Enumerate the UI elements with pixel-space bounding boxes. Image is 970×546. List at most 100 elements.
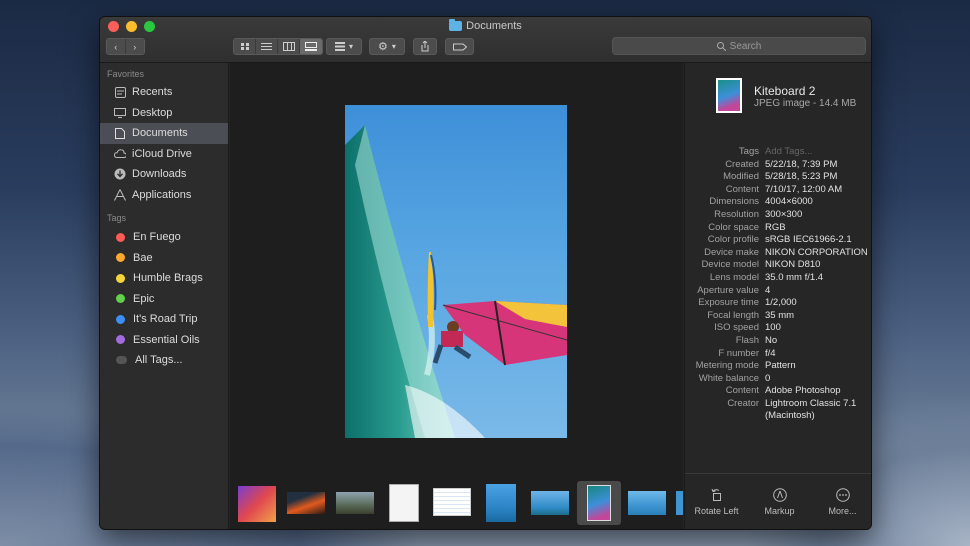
thumbnail-3[interactable] xyxy=(336,492,374,514)
metadata-key: Device make xyxy=(704,246,759,258)
sidebar-item-label: Epic xyxy=(133,292,155,305)
metadata-value: 100 xyxy=(765,322,781,334)
gallery-view-icon xyxy=(305,42,317,51)
thumbnail-8-selected[interactable] xyxy=(587,485,611,521)
more-icon xyxy=(835,488,850,502)
share-icon xyxy=(421,41,429,52)
search-field[interactable]: Search xyxy=(612,37,866,55)
thumbnail-4[interactable] xyxy=(389,484,419,522)
sidebar-all-tags[interactable]: All Tags... xyxy=(100,350,228,371)
folder-icon xyxy=(449,19,463,31)
chevron-left-icon: ‹ xyxy=(114,41,118,52)
metadata-key: Color profile xyxy=(707,234,759,246)
forward-button[interactable]: › xyxy=(125,39,144,54)
window-title-text: Documents xyxy=(466,20,522,32)
applications-icon xyxy=(114,189,126,201)
add-tags-field[interactable]: Add Tags... xyxy=(765,146,868,159)
action-menu-button[interactable]: ⚙ ▾ xyxy=(369,38,405,55)
thumbnail-7[interactable] xyxy=(531,491,569,515)
thumbnail-1[interactable] xyxy=(238,486,276,522)
metadata-row: Modified 5/28/18, 5:23 PM xyxy=(685,171,871,184)
thumbnail-10[interactable] xyxy=(676,491,683,515)
desktop-icon xyxy=(114,107,126,118)
download-icon xyxy=(114,168,126,180)
sidebar-item-label: It's Road Trip xyxy=(133,313,198,326)
all-tags-icon xyxy=(116,356,127,365)
metadata-key: Creator xyxy=(727,397,759,409)
share-button[interactable] xyxy=(413,38,437,55)
metadata-key: ISO speed xyxy=(714,322,759,334)
sidebar-tag-en-fuego[interactable]: En Fuego xyxy=(100,227,228,248)
metadata-value: Pattern xyxy=(765,360,796,372)
metadata-value: RGB xyxy=(765,221,786,233)
metadata-row: Resolution 300×300 xyxy=(685,209,871,222)
sidebar-item-label: iCloud Drive xyxy=(132,147,192,160)
file-name: Kiteboard 2 xyxy=(754,84,816,98)
metadata-row: Created 5/22/18, 7:39 PM xyxy=(685,158,871,172)
sidebar-tag-essential-oils[interactable]: Essential Oils xyxy=(100,330,228,351)
thumbnail-6[interactable] xyxy=(486,484,516,522)
document-icon xyxy=(114,127,126,139)
icon-view-button[interactable] xyxy=(234,39,256,54)
sidebar-item-icloud-drive[interactable]: iCloud Drive xyxy=(100,144,228,165)
rotate-left-icon xyxy=(711,488,721,501)
metadata-value: 5/22/18, 7:39 PM xyxy=(765,158,838,170)
metadata-row: Color profile sRGB IEC61966-2.1 xyxy=(685,234,871,247)
action-label: Markup xyxy=(764,506,795,516)
sidebar-item-label: All Tags... xyxy=(135,354,183,367)
window-title: Documents xyxy=(100,19,871,32)
metadata-value: sRGB IEC61966-2.1 xyxy=(765,234,852,246)
metadata-row: Exposure time 1/2,000 xyxy=(685,297,871,310)
edit-tags-button[interactable] xyxy=(445,38,474,55)
view-mode-switcher xyxy=(233,38,323,55)
rotate-left-button[interactable]: Rotate Left xyxy=(685,474,748,529)
more-button[interactable]: More... xyxy=(811,474,871,529)
sidebar-item-desktop[interactable]: Desktop xyxy=(100,103,228,124)
sidebar-item-applications[interactable]: Applications xyxy=(100,185,228,206)
metadata-value: NIKON CORPORATION xyxy=(765,246,868,258)
metadata-key: Created xyxy=(725,158,759,170)
sidebar-item-label: Applications xyxy=(132,188,192,201)
tag-color-dot xyxy=(116,314,125,324)
metadata-value: 0 xyxy=(765,372,771,384)
sidebar-tag-humble-brags[interactable]: Humble Brags xyxy=(100,268,228,289)
action-label: Rotate Left xyxy=(694,506,739,516)
sidebar-item-downloads[interactable]: Downloads xyxy=(100,164,228,185)
metadata-row: Metering mode Pattern xyxy=(685,360,871,373)
markup-button[interactable]: Markup xyxy=(748,474,811,529)
tag-color-dot xyxy=(116,253,125,263)
gallery-view xyxy=(230,63,683,529)
thumbnail-5[interactable] xyxy=(433,488,471,516)
sidebar-tag-bae[interactable]: Bae xyxy=(100,248,228,269)
gallery-view-button[interactable] xyxy=(300,39,322,54)
search-icon xyxy=(716,41,726,51)
metadata-key: Exposure time xyxy=(698,297,759,309)
sidebar: Favorites Recents Desktop Documents iClo… xyxy=(100,63,229,529)
metadata-value: f/4 xyxy=(765,347,776,359)
column-view-button[interactable] xyxy=(278,39,300,54)
sidebar-item-label: Documents xyxy=(132,127,188,140)
thumbnail-2[interactable] xyxy=(287,492,325,514)
metadata-key: Content xyxy=(725,183,759,195)
metadata-row: Flash No xyxy=(685,334,871,348)
title-bar: Documents ‹ › ▾ ⚙ ▾ Search xyxy=(100,17,871,63)
icon-view-icon xyxy=(240,43,249,50)
search-placeholder: Search xyxy=(729,40,762,52)
metadata-key: Flash xyxy=(735,334,759,346)
tag-icon xyxy=(452,43,467,50)
sidebar-tag-epic[interactable]: Epic xyxy=(100,289,228,310)
metadata-key: Focal length xyxy=(707,309,759,321)
sidebar-item-recents[interactable]: Recents xyxy=(100,82,228,103)
sidebar-item-documents[interactable]: Documents xyxy=(100,123,228,144)
thumbnail-9[interactable] xyxy=(628,491,666,515)
back-button[interactable]: ‹ xyxy=(107,39,126,54)
sidebar-tag-road-trip[interactable]: It's Road Trip xyxy=(100,309,228,330)
image-preview[interactable] xyxy=(345,105,567,438)
metadata-row: F number f/4 xyxy=(685,347,871,361)
group-by-button[interactable]: ▾ xyxy=(326,38,362,55)
tag-color-dot xyxy=(116,294,125,304)
metadata-value: 7/10/17, 12:00 AM xyxy=(765,183,843,195)
list-view-button[interactable] xyxy=(256,39,278,54)
kiteboard-photo xyxy=(345,125,567,438)
tag-color-dot xyxy=(116,335,125,345)
